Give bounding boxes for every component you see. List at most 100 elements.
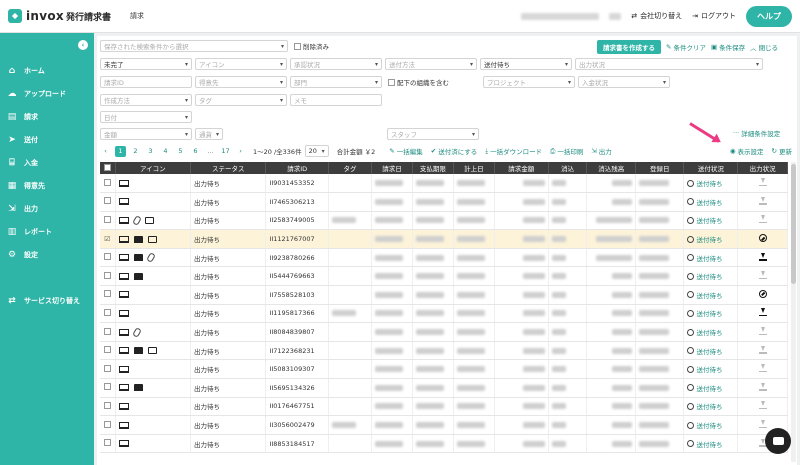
row-select-cell[interactable] [100,285,116,305]
row-checkbox[interactable] [103,178,111,186]
page-button[interactable]: 17 [220,146,231,157]
prev-page-button[interactable]: ‹ [100,146,111,157]
page-button[interactable]: 5 [175,146,186,157]
table-row[interactable]: 出力待ち II1195817366 送付待ち [100,304,788,324]
send-status-cell[interactable]: 送付待ち [683,304,739,324]
row-select-cell[interactable] [100,211,116,231]
row-checkbox[interactable] [103,308,111,316]
page-button[interactable]: 4 [160,146,171,157]
status-select[interactable]: 未完了 ▾ [100,58,192,70]
table-row[interactable]: 出力待ち II8084839807 送付待ち [100,322,788,342]
pc-icon[interactable] [118,216,129,224]
row-checkbox[interactable] [103,253,111,261]
deleted-checkbox[interactable]: 削除済み [294,41,329,51]
col-header[interactable]: 支払期限 [412,162,454,174]
send-status-cell[interactable]: 送付待ち [683,211,739,231]
pc-icon[interactable] [118,179,129,187]
bulk-download-button[interactable]: ⤓ 一括ダウンロード [485,146,542,157]
close-filters-link[interactable]: ︿ 閉じる [750,42,778,52]
app-logo[interactable]: invox 発行請求書 [0,9,122,23]
table-row[interactable]: 出力待ち II7122368231 送付待ち [100,341,788,361]
download-icon[interactable] [758,252,767,261]
download-icon[interactable] [758,382,767,391]
pc-icon[interactable] [118,235,129,243]
comment-icon[interactable] [147,235,157,243]
pc-icon[interactable] [118,347,129,355]
invoice-id-cell[interactable]: II7122368231 [265,341,329,361]
row-checkbox[interactable] [103,271,111,279]
sidebar-item-report[interactable]: ▥ レポート [0,220,94,243]
invoice-id-cell[interactable]: II5695134326 [265,378,329,398]
advanced-conditions-link[interactable]: ··· 詳細条件設定 [733,128,780,138]
row-checkbox-checked[interactable]: ☑ [104,235,110,243]
output-status-cell[interactable] [737,378,788,398]
invoice-id-cell[interactable]: II8853184517 [265,434,329,454]
col-header[interactable]: 請求日 [371,162,413,174]
download-icon[interactable] [758,401,767,410]
date-select[interactable]: 日付 ▾ [100,111,192,123]
row-select-cell[interactable] [100,174,116,194]
icon-select[interactable]: アイコン ▾ [195,58,287,70]
send-status-select[interactable]: 送付待ち ▾ [480,58,572,70]
pc-icon[interactable] [118,402,129,410]
table-row[interactable]: 出力待ち II9238780266 送付待ち [100,248,788,268]
download-icon[interactable] [758,327,767,336]
pc-icon[interactable] [118,421,129,429]
sidebar-item-send[interactable]: ➤ 送付 [0,128,94,151]
send-status-cell[interactable]: 送付待ち [683,359,739,380]
book-icon[interactable] [133,254,143,262]
book-icon[interactable] [133,347,143,355]
amount-select[interactable]: 金額 ▾ [100,128,192,140]
checkbox-box[interactable] [388,78,395,86]
book-icon[interactable] [133,235,143,243]
comment-icon[interactable] [144,216,154,224]
output-status-cell[interactable] [737,397,788,417]
invoice-id-input[interactable]: 請求ID [100,76,192,88]
page-button[interactable]: 3 [145,146,156,157]
invoice-id-cell[interactable]: II3056002479 [265,415,329,435]
approval-select[interactable]: 承認状況 ▾ [290,58,382,70]
company-switch-link[interactable]: ⇄ 会社切り替え [631,11,682,21]
table-row[interactable]: 出力待ち II3056002479 送付待ち [100,415,788,435]
invoice-id-cell[interactable]: II5083109307 [265,359,329,380]
table-row[interactable]: 出力待ち II7558528103 送付待ち [100,285,788,305]
col-header[interactable]: 請求ID [265,162,329,174]
output-status-cell[interactable] [737,285,788,305]
send-status-cell[interactable]: 送付待ち [683,266,739,287]
col-header[interactable]: アイコン [115,162,192,174]
current-section-tab[interactable]: 請求 [130,11,144,21]
download-icon[interactable] [758,215,767,224]
send-method-select[interactable]: 送付方法 ▾ [385,58,477,70]
row-select-cell[interactable] [100,397,116,417]
row-select-cell[interactable] [100,322,116,342]
table-row[interactable]: 出力待ち II8853184517 送付待ち [100,434,788,454]
book-icon[interactable] [133,384,143,392]
row-select-cell[interactable] [100,192,116,212]
pc-icon[interactable] [118,365,129,373]
sidebar-collapse-button[interactable]: ‹ [78,40,88,50]
row-checkbox[interactable] [103,364,111,372]
pc-icon[interactable] [118,272,129,280]
table-scrollbar[interactable] [791,162,796,462]
sidebar-item-customers[interactable]: ▦ 得意先 [0,174,94,197]
display-settings-button[interactable]: ◉ 表示設定 [730,146,764,156]
checkbox-box[interactable] [294,42,301,50]
row-checkbox[interactable] [103,420,111,428]
chat-support-button[interactable] [765,428,791,454]
paperclip-icon[interactable] [131,215,142,226]
col-header[interactable]: 消込 [548,162,588,174]
pc-icon[interactable] [118,254,129,262]
invoice-id-cell[interactable]: II8084839807 [265,322,329,342]
help-button[interactable]: ヘルプ [746,5,792,27]
invoice-id-cell[interactable]: II1121767007 [265,229,329,249]
output-status-cell[interactable] [737,341,788,361]
send-status-cell[interactable]: 送付待ち [683,397,739,417]
send-status-cell[interactable]: 送付待ち [683,434,739,454]
output-status-cell[interactable] [737,359,788,380]
row-select-cell[interactable] [100,341,116,361]
create-method-select[interactable]: 作成方法 ▾ [100,94,192,106]
pc-icon[interactable] [118,198,129,206]
col-header[interactable]: ステータス [190,162,267,174]
output-status-cell[interactable] [737,192,788,212]
per-page-select[interactable]: 20 ▾ [304,145,329,157]
